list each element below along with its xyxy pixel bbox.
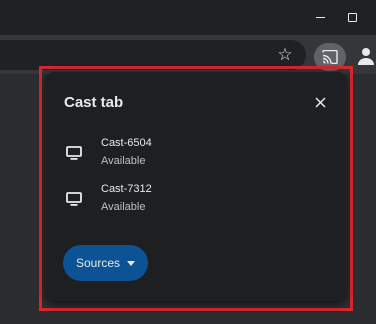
maximize-icon	[347, 13, 357, 22]
sink-name: Cast-7312	[101, 183, 152, 195]
sources-button[interactable]: Sources	[63, 245, 148, 281]
title-bar	[0, 0, 376, 35]
minimize-icon	[315, 17, 325, 18]
profile-icon	[358, 48, 374, 65]
dialog-title: Cast tab	[64, 94, 124, 111]
cast-icon	[322, 50, 338, 64]
maximize-button[interactable]	[336, 0, 368, 35]
bookmark-star-icon[interactable]: ☆	[275, 45, 295, 65]
close-icon	[314, 96, 326, 108]
caret-down-icon	[127, 260, 136, 266]
cast-dialog: Cast tab Cast-6504 Available Cast-7312 A…	[46, 72, 346, 301]
sink-status: Available	[101, 201, 146, 213]
sources-button-label: Sources	[75, 256, 121, 270]
monitor-icon	[66, 146, 82, 160]
close-button[interactable]	[310, 92, 330, 112]
sink-name: Cast-6504	[101, 137, 152, 149]
cast-sink-item[interactable]: Cast-7312 Available	[64, 181, 304, 217]
cast-sink-item[interactable]: Cast-6504 Available	[64, 135, 304, 171]
minimize-button[interactable]	[304, 0, 336, 35]
monitor-icon	[66, 192, 82, 206]
profile-button[interactable]	[356, 46, 376, 66]
sink-status: Available	[101, 155, 146, 167]
